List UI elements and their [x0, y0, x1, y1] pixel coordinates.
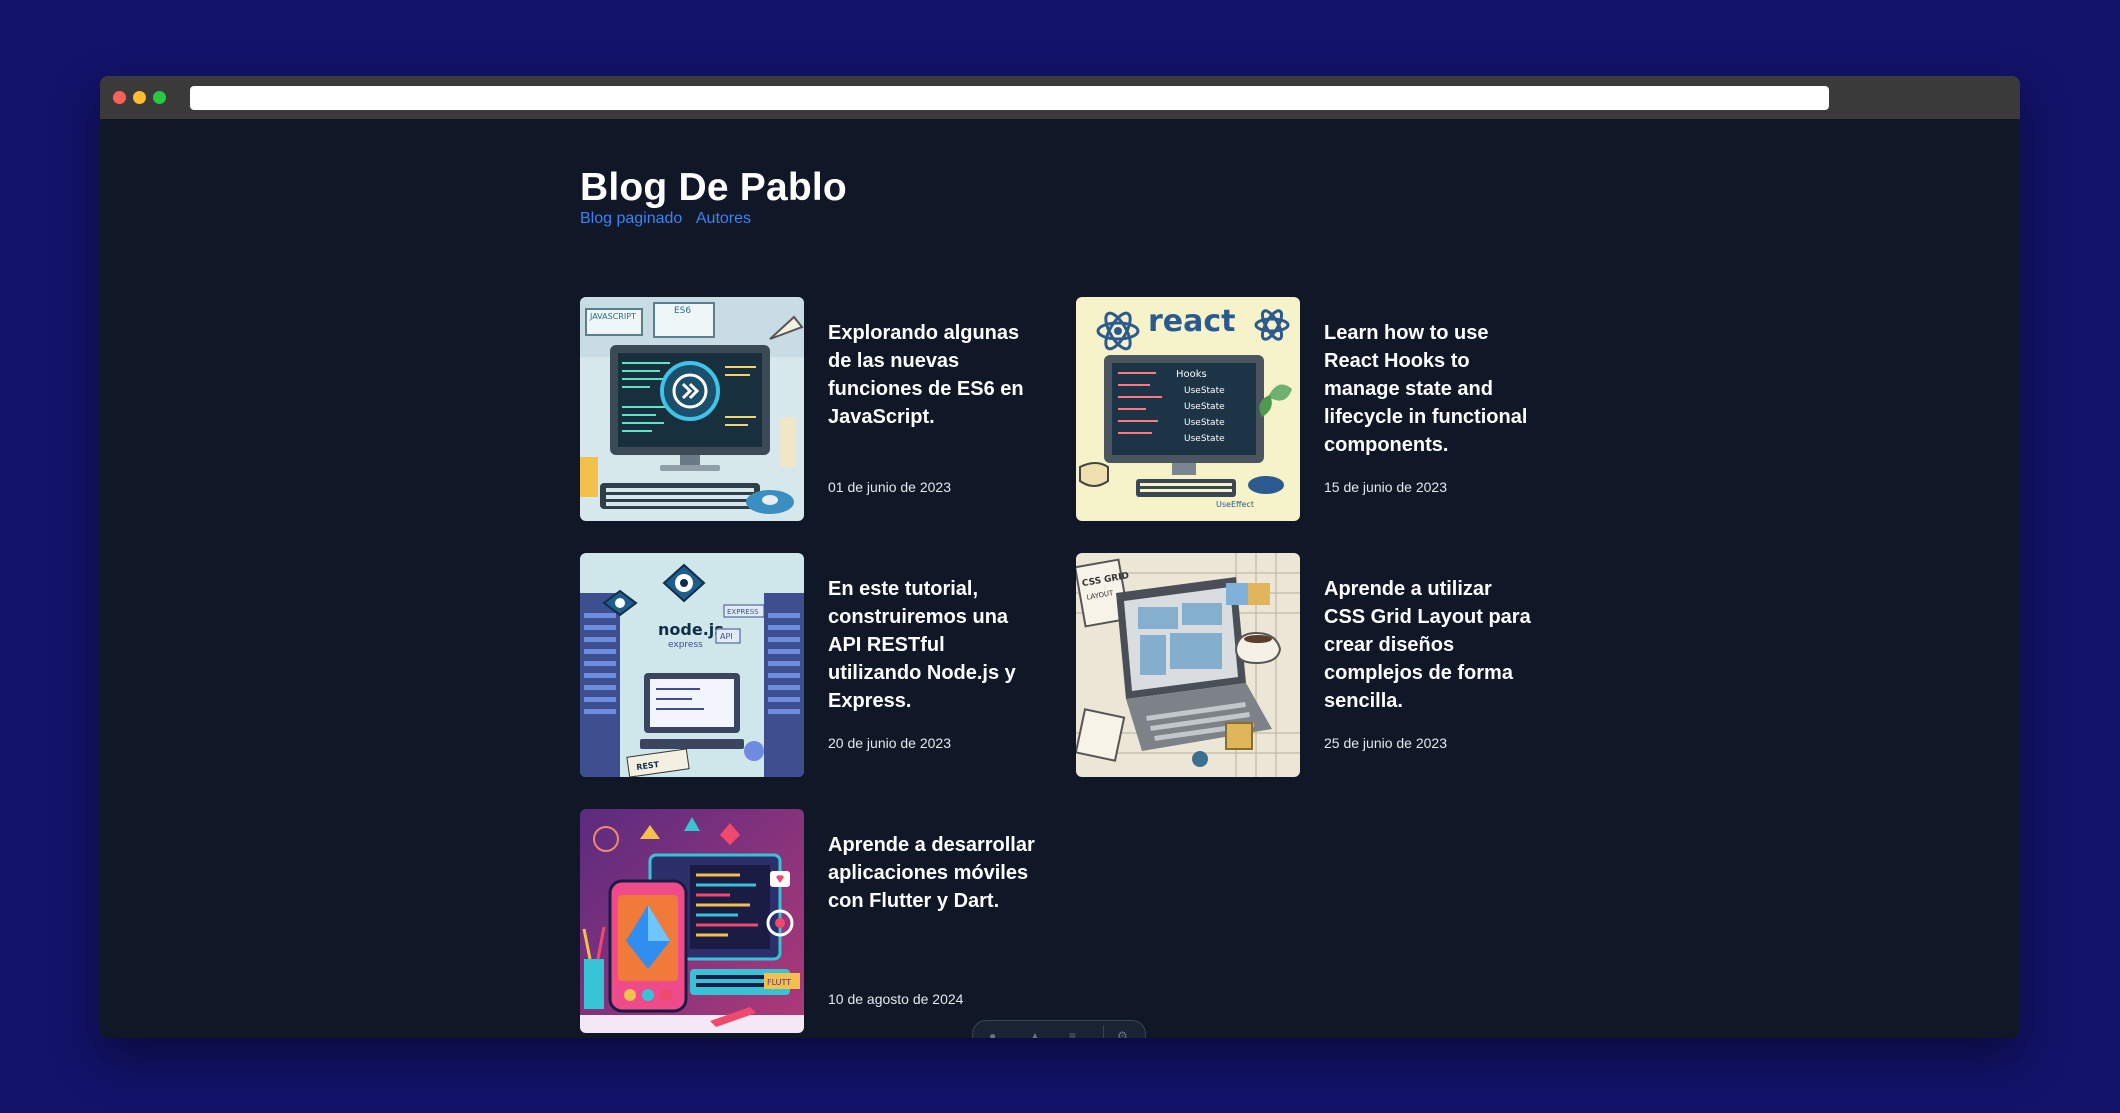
flutter-dart-illustration-icon[interactable]: FLUTT	[580, 809, 804, 1033]
post-date: 20 de junio de 2023	[828, 735, 951, 751]
page-content: Blog De Pablo Blog paginado Autores JAVA…	[100, 119, 2020, 1038]
page-title: Blog De Pablo	[580, 166, 847, 209]
svg-text:FLUTT: FLUTT	[767, 978, 791, 987]
svg-text:UseState: UseState	[1184, 434, 1225, 444]
post-date: 10 de agosto de 2024	[828, 991, 964, 1007]
close-window-button[interactable]	[113, 91, 126, 104]
nav-link-autores[interactable]: Autores	[696, 210, 751, 227]
svg-text:node.js: node.js	[658, 620, 724, 639]
post-title[interactable]: Aprende a utilizar CSS Grid Layout para …	[1324, 575, 1534, 715]
nodejs-express-illustration-icon[interactable]: node.js express EXPRESS API REST	[580, 553, 804, 777]
address-bar[interactable]	[190, 86, 1829, 110]
inspect-icon[interactable]: ●	[989, 1029, 996, 1038]
floating-toolbar: ● ▲ ≡ ⚙	[972, 1020, 1146, 1038]
post-date: 01 de junio de 2023	[828, 479, 951, 495]
browser-window: Blog De Pablo Blog paginado Autores JAVA…	[100, 76, 2020, 1038]
pointer-icon[interactable]: ▲	[1029, 1029, 1041, 1038]
post-card[interactable]: node.js express EXPRESS API REST En este…	[580, 553, 1040, 777]
toolbar-divider	[1103, 1025, 1104, 1038]
post-title[interactable]: Explorando algunas de las nuevas funcion…	[828, 319, 1038, 431]
nav-link-blog-paginado[interactable]: Blog paginado	[580, 210, 682, 227]
post-card[interactable]: CSS GRID LAYOUT Aprende a utilizar CSS G…	[1076, 553, 1536, 777]
svg-text:react: react	[1148, 304, 1236, 339]
svg-text:ES6: ES6	[674, 306, 691, 316]
post-card[interactable]: JAVASCRIPT ES6 Explorando algunas de las…	[580, 297, 1040, 521]
javascript-es6-illustration-icon[interactable]: JAVASCRIPT ES6	[580, 297, 804, 521]
post-date: 25 de junio de 2023	[1324, 735, 1447, 751]
svg-text:Hooks: Hooks	[1176, 369, 1207, 380]
post-title[interactable]: Aprende a desarrollar aplicaciones móvil…	[828, 831, 1038, 915]
list-icon[interactable]: ≡	[1069, 1029, 1076, 1038]
post-title[interactable]: En este tutorial, construiremos una API …	[828, 575, 1038, 715]
svg-text:API: API	[720, 632, 733, 641]
post-title[interactable]: Learn how to use React Hooks to manage s…	[1324, 319, 1534, 459]
post-card[interactable]: react Hooks UseState UseState UseState U…	[1076, 297, 1536, 521]
gear-icon[interactable]: ⚙	[1117, 1029, 1128, 1038]
svg-text:express: express	[668, 640, 703, 650]
post-date: 15 de junio de 2023	[1324, 479, 1447, 495]
svg-text:UseEffect: UseEffect	[1216, 500, 1254, 509]
svg-text:UseState: UseState	[1184, 418, 1225, 428]
css-grid-illustration-icon[interactable]: CSS GRID LAYOUT	[1076, 553, 1300, 777]
post-card[interactable]: FLUTT Aprende a desarrollar aplicaciones…	[580, 809, 1040, 1033]
browser-titlebar	[100, 76, 2020, 119]
svg-text:JAVASCRIPT: JAVASCRIPT	[589, 312, 636, 321]
maximize-window-button[interactable]	[153, 91, 166, 104]
svg-text:UseState: UseState	[1184, 386, 1225, 396]
minimize-window-button[interactable]	[133, 91, 146, 104]
svg-text:EXPRESS: EXPRESS	[727, 608, 759, 616]
react-hooks-illustration-icon[interactable]: react Hooks UseState UseState UseState U…	[1076, 297, 1300, 521]
svg-text:UseState: UseState	[1184, 402, 1225, 412]
top-nav: Blog paginado Autores	[580, 210, 761, 228]
